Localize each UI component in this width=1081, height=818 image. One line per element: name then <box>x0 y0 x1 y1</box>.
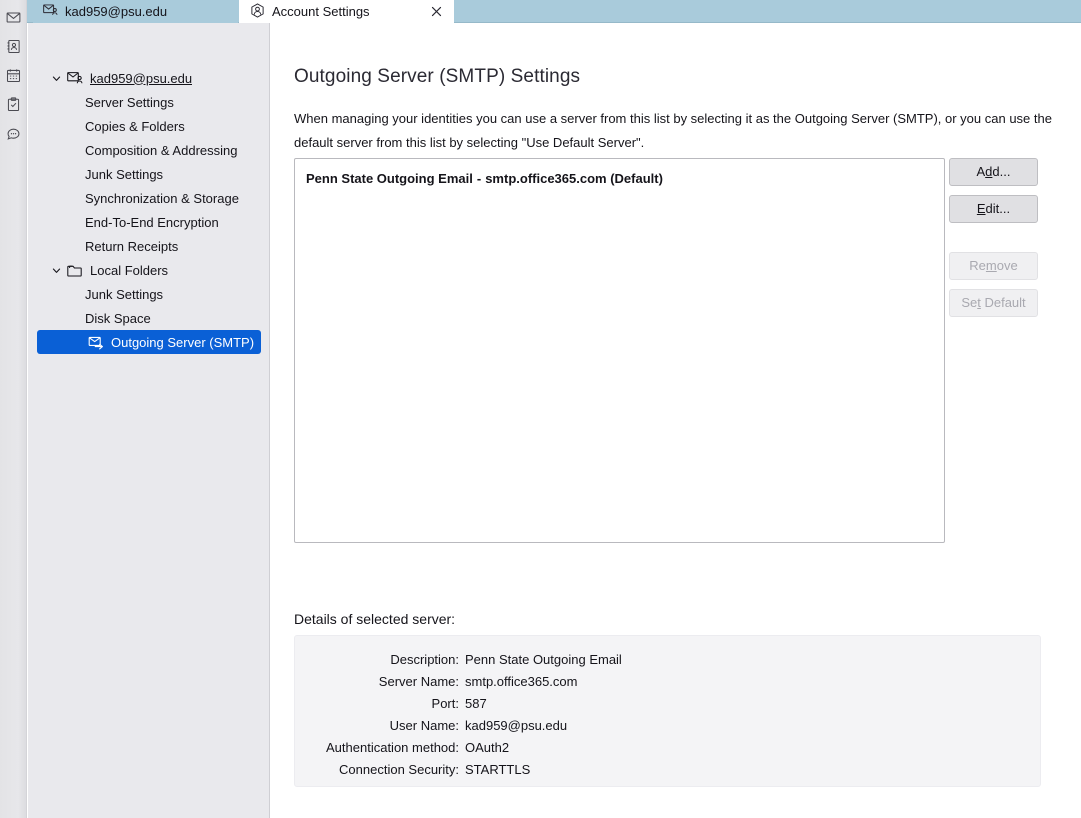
detail-label: User Name: <box>389 717 459 733</box>
add-button[interactable]: Add... <box>949 158 1038 186</box>
sidebar-item-label: Return Receipts <box>85 238 179 254</box>
remove-button: Remove <box>949 252 1038 280</box>
details-heading: Details of selected server: <box>294 611 456 627</box>
account-tree-sidebar[interactable]: kad959@psu.edu Server Settings Copies & Fo… <box>28 23 270 818</box>
detail-value: kad959@psu.edu <box>465 717 568 733</box>
smtp-button-column: Add... Edit... Remove Set Default <box>949 158 1038 326</box>
settings-content-pane: Outgoing Server (SMTP) Settings When man… <box>271 23 1081 818</box>
detail-row: Description: Penn State Outgoing Email <box>295 648 1040 670</box>
button-label-prefix: A <box>976 164 986 179</box>
detail-label: Authentication method: <box>326 739 459 755</box>
detail-row: Authentication method: OAuth2 <box>295 736 1040 758</box>
detail-row: User Name: kad959@psu.edu <box>295 714 1040 736</box>
edit-button[interactable]: Edit... <box>949 195 1038 223</box>
detail-value: STARTTLS <box>465 761 531 777</box>
detail-value: OAuth2 <box>465 739 510 755</box>
button-label-suffix: d... <box>992 164 1011 179</box>
sidebar-item-label: Junk Settings <box>85 166 164 182</box>
smtp-server-list[interactable]: Penn State Outgoing Email - smtp.office365… <box>294 158 945 543</box>
sidebar-item-label: End-To-End Encryption <box>85 214 219 230</box>
detail-value: Penn State Outgoing Email <box>465 651 622 667</box>
page-title: Outgoing Server (SMTP) Settings <box>294 66 581 87</box>
sidebar-item-label: Server Settings <box>85 94 174 110</box>
sidebar-item-junk-settings[interactable]: Junk Settings <box>37 162 261 186</box>
tab-account-settings-label: Account Settings <box>272 4 370 19</box>
tab-account-settings[interactable]: Account Settings <box>239 0 454 23</box>
smtp-server-description: Penn State Outgoing Email <box>306 171 473 186</box>
page-description: When managing your identities you can us… <box>294 111 1052 150</box>
smtp-server-default-marker: (Default) <box>610 171 663 186</box>
button-accesskey: m <box>985 258 997 273</box>
sidebar-item-end-to-end-encryption[interactable]: End-To-End Encryption <box>37 210 261 234</box>
smtp-server-list-item[interactable]: Penn State Outgoing Email - smtp.office365… <box>295 168 944 189</box>
server-details-box: Description: Penn State Outgoing Email Ser… <box>294 635 1041 787</box>
chat-space-icon[interactable] <box>0 119 26 148</box>
smtp-server-separator: - <box>476 171 482 186</box>
sidebar-item-copies-folders[interactable]: Copies & Folders <box>37 114 261 138</box>
button-label-prefix: Re <box>969 258 986 273</box>
button-label-suffix: dit... <box>985 201 1011 216</box>
sidebar-item-outgoing-server-smtp[interactable]: Outgoing Server (SMTP) <box>37 330 261 354</box>
sidebar-item-composition-addressing[interactable]: Composition & Addressing <box>37 138 261 162</box>
calendar-space-icon[interactable] <box>0 61 26 90</box>
detail-label: Port: <box>431 695 459 711</box>
set-default-button: Set Default <box>949 289 1038 317</box>
sidebar-item-label: Synchronization & Storage <box>85 190 239 206</box>
smtp-server-hostname: smtp.office365.com <box>485 171 607 186</box>
sidebar-item-label: Junk Settings <box>85 286 164 302</box>
sidebar-item-label: Outgoing Server (SMTP) <box>111 334 255 350</box>
sidebar-item-label: Composition & Addressing <box>85 142 238 158</box>
sidebar-item-disk-space[interactable]: Disk Space <box>37 306 261 330</box>
detail-row: Port: 587 <box>295 692 1040 714</box>
sidebar-item-server-settings[interactable]: Server Settings <box>37 90 261 114</box>
folder-icon <box>66 262 83 278</box>
sidebar-item-label: Local Folders <box>90 262 169 278</box>
detail-row: Server Name: smtp.office365.com <box>295 670 1040 692</box>
sidebar-item-return-receipts[interactable]: Return Receipts <box>37 234 261 258</box>
sidebar-item-label: kad959@psu.edu <box>90 70 193 86</box>
mail-account-icon <box>43 3 58 20</box>
detail-row: Connection Security: STARTTLS <box>295 758 1040 780</box>
tab-mail-account[interactable]: kad959@psu.edu <box>33 0 238 23</box>
tab-mail-label: kad959@psu.edu <box>65 4 168 19</box>
sidebar-item-label: Copies & Folders <box>85 118 185 134</box>
sidebar-item-kad959-psu-edu[interactable]: kad959@psu.edu <box>37 66 261 90</box>
detail-label: Connection Security: <box>339 761 459 777</box>
tab-bar: kad959@psu.edu Account Settings <box>27 0 1081 23</box>
chevron-down-icon[interactable] <box>49 71 64 86</box>
button-accesskey: E <box>976 201 986 216</box>
button-label-suffix: ove <box>996 258 1018 273</box>
tasks-space-icon[interactable] <box>0 90 26 119</box>
detail-label: Description: <box>390 651 459 667</box>
detail-value: 587 <box>465 695 487 711</box>
smtp-server-icon <box>87 334 104 350</box>
sidebar-item-local-folders[interactable]: Local Folders <box>37 258 261 282</box>
account-avatar-icon <box>250 2 265 21</box>
button-label-prefix: Se <box>961 295 978 310</box>
spaces-toolbar <box>0 0 27 818</box>
button-label-suffix: Default <box>980 295 1026 310</box>
sidebar-item-junk-settings[interactable]: Junk Settings <box>37 282 261 306</box>
address-book-space-icon[interactable] <box>0 32 26 61</box>
thunderbird-account-settings-window: kad959@psu.edu Account Settings kad959@p… <box>0 0 1081 818</box>
sidebar-item-label: Disk Space <box>85 310 151 326</box>
chevron-down-icon[interactable] <box>49 263 64 278</box>
close-icon[interactable] <box>429 4 444 19</box>
mail-account-icon <box>66 70 83 86</box>
detail-value: smtp.office365.com <box>465 673 578 689</box>
detail-label: Server Name: <box>378 673 459 689</box>
mail-space-icon[interactable] <box>0 3 26 32</box>
sidebar-item-synchronization-storage[interactable]: Synchronization & Storage <box>37 186 261 210</box>
